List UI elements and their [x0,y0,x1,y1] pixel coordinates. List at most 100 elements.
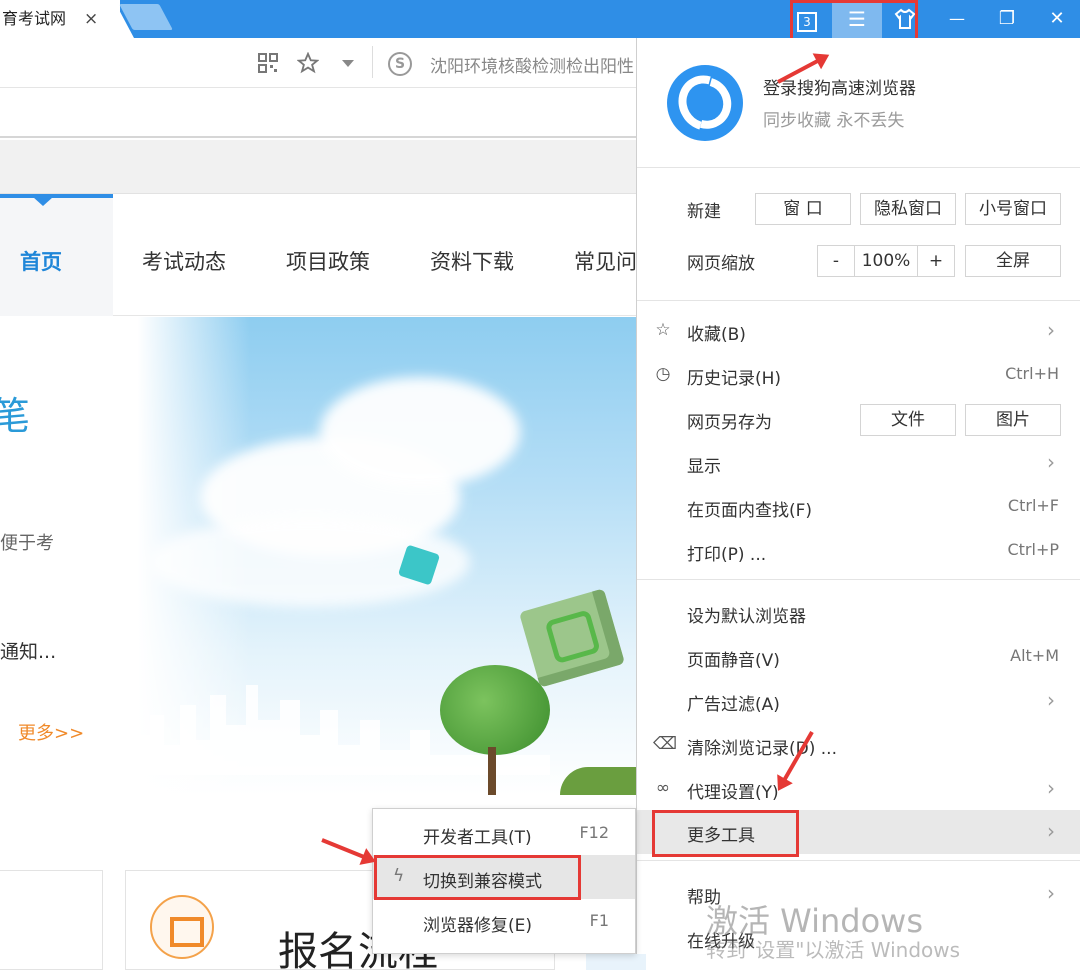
menu-item-adblock[interactable]: 广告过滤(A) › [637,679,1080,723]
menu-divider [637,300,1080,301]
menu-divider [637,860,1080,861]
sogou-search-icon[interactable]: S [388,52,412,76]
clock-icon: ◷ [655,364,671,384]
nav-item-faq[interactable]: 常见问 [574,246,637,276]
restore-button[interactable]: ❐ [982,0,1032,38]
proxy-label: 代理设置(Y) [687,783,779,803]
nav-item-home[interactable]: 首页 [20,246,62,276]
menu-item-find[interactable]: 在页面内查找(F) Ctrl+F [637,485,1080,529]
chevron-right-icon: › [1047,318,1055,342]
browser-tab-active[interactable]: 育考试网 × [0,0,120,38]
find-label: 在页面内查找(F) [687,501,813,521]
card[interactable] [0,870,103,970]
login-subtitle: 同步收藏 永不丢失 [763,111,905,131]
highlight-box-more-tools [652,810,799,857]
eraser-icon: ⌫ [653,734,678,754]
default-browser-label: 设为默认浏览器 [687,607,806,627]
title-bar: 育考试网 × 3 ☰ — ❐ ✕ [0,0,1080,38]
devtools-shortcut: F12 [579,823,609,842]
chevron-right-icon: › [1047,776,1055,800]
zoom-out-button[interactable]: - [817,245,855,277]
menu-item-print[interactable]: 打印(P) ... Ctrl+P [637,529,1080,573]
sogou-logo-icon [667,65,743,141]
close-icon: ✕ [1049,8,1065,29]
menu-row-new: 新建 窗 口 隐私窗口 小号窗口 [637,186,1080,230]
fullscreen-button[interactable]: 全屏 [965,245,1061,277]
print-shortcut: Ctrl+P [1007,540,1059,559]
save-file-button[interactable]: 文件 [860,404,956,436]
menu-item-clear-history[interactable]: ⌫ 清除浏览记录(D) ... [637,723,1080,767]
chevron-down-icon[interactable] [341,59,355,69]
menu-row-save-as: 网页另存为 文件 图片 [637,397,1080,441]
display-label: 显示 [687,457,721,477]
save-image-button[interactable]: 图片 [965,404,1061,436]
bookmark-bar [0,88,636,138]
link-icon: ∞ [655,778,671,798]
nav-item-policy[interactable]: 项目政策 [286,246,370,276]
activation-watermark-sub: 转到"设置"以激活 Windows [706,938,961,962]
devtools-label: 开发者工具(T) [423,828,532,848]
nav-item-exam-news[interactable]: 考试动态 [142,246,226,276]
menu-divider [637,579,1080,580]
highlight-box-compat-mode [374,855,581,900]
adblock-label: 广告过滤(A) [687,695,780,715]
history-label: 历史记录(H) [687,369,782,389]
tab-close-icon[interactable]: × [84,0,98,38]
qr-code-icon[interactable] [258,53,278,73]
menu-item-proxy[interactable]: ∞ 代理设置(Y) › [637,767,1080,811]
banner-line-2[interactable]: 通知... [0,637,56,664]
page-header-strip [0,140,636,194]
highlight-box-menu [790,0,918,42]
restore-icon: ❐ [998,8,1016,29]
print-label: 打印(P) ... [687,545,767,565]
menu-row-zoom: 网页缩放 - 100% + 全屏 [637,238,1080,282]
menu-item-display[interactable]: 显示 › [637,441,1080,485]
save-as-label: 网页另存为 [687,413,772,433]
menu-item-default-browser[interactable]: 设为默认浏览器 [637,591,1080,635]
new-label: 新建 [687,202,721,222]
nav-item-downloads[interactable]: 资料下载 [430,246,514,276]
profile-section[interactable]: 登录搜狗高速浏览器 同步收藏 永不丢失 [637,38,1080,168]
star-icon[interactable] [297,52,319,74]
clear-history-label: 清除浏览记录(D) ... [687,739,837,759]
new-small-window-button[interactable]: 小号窗口 [965,193,1061,225]
tab-title: 育考试网 [2,9,67,28]
mute-shortcut: Alt+M [1010,646,1059,665]
banner-headline: 笔 [0,394,31,438]
find-shortcut: Ctrl+F [1007,496,1059,515]
new-window-button[interactable]: 窗 口 [755,193,851,225]
search-input[interactable]: 沈阳环境核酸检测检出阳性 [430,52,636,77]
submenu-item-repair[interactable]: 浏览器修复(E) F1 [373,899,635,943]
menu-item-favorites[interactable]: ☆ 收藏(B) › [637,309,1080,353]
chevron-right-icon: › [1047,450,1055,474]
site-navigation: 首页 考试动态 项目政策 资料下载 常见问 [0,194,637,316]
mute-label: 页面静音(V) [687,651,780,671]
chevron-right-icon: › [1047,688,1055,712]
chevron-right-icon: › [1047,819,1055,843]
repair-label: 浏览器修复(E) [423,916,533,936]
zoom-label: 网页缩放 [687,254,755,274]
close-window-button[interactable]: ✕ [1032,0,1080,38]
cloud [320,377,520,487]
zoom-in-button[interactable]: + [917,245,955,277]
repair-shortcut: F1 [589,911,609,930]
new-private-window-button[interactable]: 隐私窗口 [860,193,956,225]
submenu-item-devtools[interactable]: 开发者工具(T) F12 [373,811,635,855]
menu-item-mute[interactable]: 页面静音(V) Alt+M [637,635,1080,679]
hero-banner: 笔 便于考 通知... 更多>> [0,317,636,795]
address-bar: S 沈阳环境核酸检测检出阳性 [0,38,636,88]
more-link[interactable]: 更多>> [18,719,84,745]
zoom-level: 100% [854,245,918,277]
chevron-right-icon: › [1047,881,1055,905]
favorites-label: 收藏(B) [687,325,746,345]
decor-tree [440,665,550,755]
minimize-button[interactable]: — [932,0,982,38]
banner-line-1: 便于考 [0,533,54,554]
star-icon: ☆ [655,320,671,340]
menu-item-history[interactable]: ◷ 历史记录(H) Ctrl+H [637,353,1080,397]
history-shortcut: Ctrl+H [1005,364,1059,383]
registration-icon [150,895,214,959]
decor-grass [560,767,636,795]
minimize-icon: — [949,9,965,28]
address-separator [372,46,373,78]
